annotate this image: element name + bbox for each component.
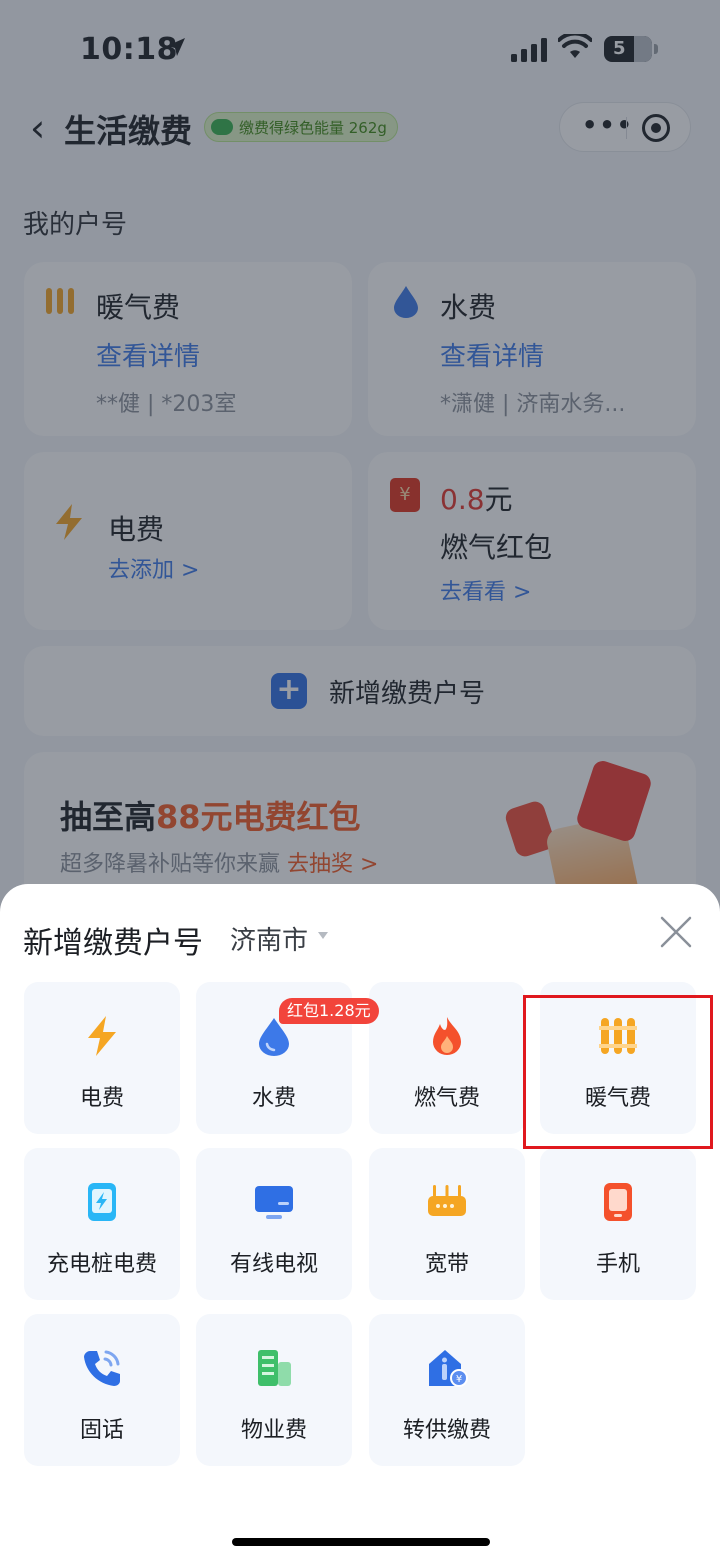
flame-icon [433, 1017, 461, 1055]
tile-label: 燃气费 [413, 1086, 480, 1111]
tile-label: 水费 [251, 1086, 296, 1111]
home-indicator[interactable] [232, 1538, 490, 1546]
tile-label: 转供缴费 [402, 1418, 491, 1443]
tile-label: 固话 [79, 1418, 124, 1443]
lightning-icon [88, 1016, 116, 1056]
transfer-house-icon: ¥ [429, 1350, 468, 1387]
tile-gas[interactable]: 燃气费 [369, 982, 525, 1134]
water-red-packet-badge: 红包1.28元 [279, 998, 379, 1024]
tile-transfer-supply[interactable]: ¥ 转供缴费 [369, 1314, 525, 1466]
tile-label: 电费 [79, 1086, 124, 1111]
tile-mobile[interactable]: 手机 [540, 1148, 696, 1300]
tile-electricity[interactable]: 电费 [24, 982, 180, 1134]
close-icon[interactable] [656, 912, 696, 952]
tile-label: 充电桩电费 [46, 1252, 157, 1277]
tile-label: 物业费 [240, 1418, 307, 1443]
router-icon [428, 1185, 466, 1216]
tile-broadband[interactable]: 宽带 [369, 1148, 525, 1300]
sheet-title: 新增缴费户号 [23, 926, 203, 961]
svg-text:¥: ¥ [456, 1374, 462, 1385]
tile-property[interactable]: 物业费 [196, 1314, 352, 1466]
charging-pile-icon [88, 1183, 116, 1221]
caret-down-icon[interactable] [318, 932, 328, 939]
tv-icon [255, 1186, 293, 1219]
building-icon [258, 1350, 291, 1386]
tile-cable-tv[interactable]: 有线电视 [196, 1148, 352, 1300]
tile-label: 手机 [595, 1252, 640, 1277]
tile-label: 有线电视 [229, 1252, 318, 1277]
tile-landline[interactable]: 固话 [24, 1314, 180, 1466]
tile-label: 宽带 [424, 1252, 469, 1277]
city-selector[interactable]: 济南市 [230, 920, 308, 957]
tile-charging-pile[interactable]: 充电桩电费 [24, 1148, 180, 1300]
phone-icon [604, 1183, 632, 1221]
highlight-box [523, 995, 713, 1149]
telephone-icon [84, 1350, 120, 1386]
